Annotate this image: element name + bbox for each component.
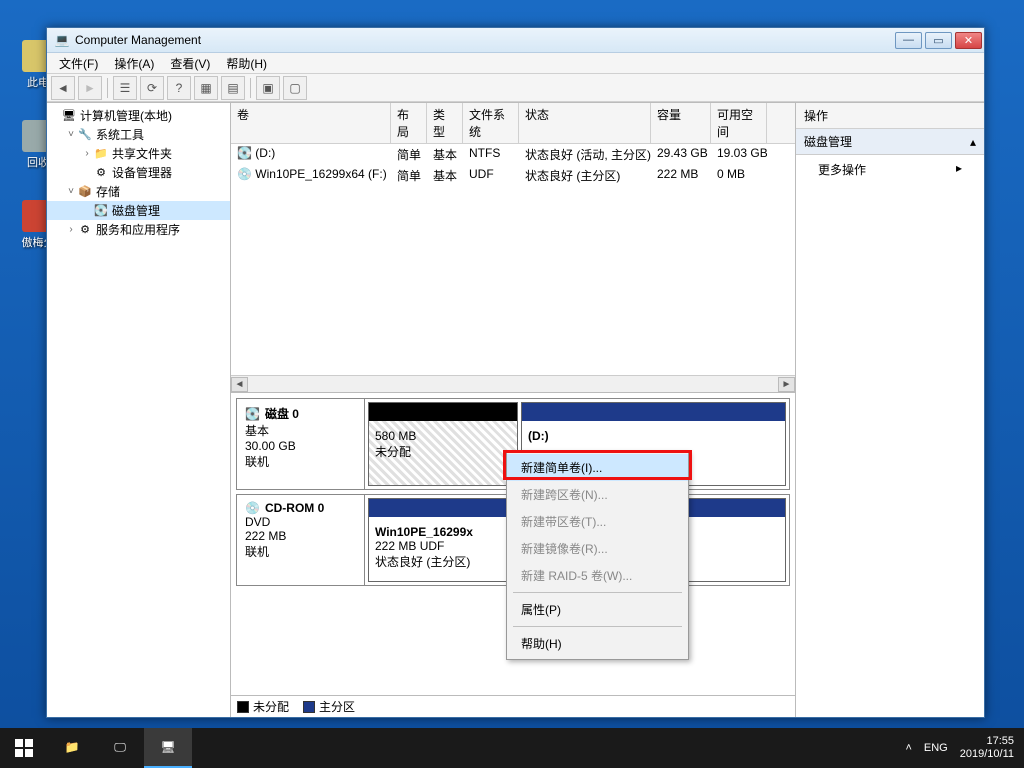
unallocated-partition[interactable]: 580 MB 未分配 [368, 402, 518, 486]
taskbar-explorer-icon[interactable]: 📁 [48, 728, 96, 768]
cdrom-info[interactable]: 💿CD-ROM 0 DVD 222 MB 联机 [237, 495, 365, 585]
menu-help[interactable]: 帮助(H) [218, 53, 275, 74]
actions-pane: 操作 磁盘管理▴ 更多操作▸ [796, 103, 984, 717]
nav-tree: 🖥计算机管理(本地) ˅🔧系统工具 ›📁共享文件夹 ⚙设备管理器 ˅📦存储 💽磁… [47, 103, 231, 717]
disk-icon: 💽 [245, 407, 260, 421]
toolbar-btn[interactable]: ? [167, 76, 191, 100]
ctx-new-raid5-volume: 新建 RAID-5 卷(W)... [507, 562, 688, 589]
tray-up-icon[interactable]: ˄ [905, 742, 911, 754]
volume-header: 卷 布局 类型 文件系统 状态 容量 可用空间 [231, 103, 795, 144]
toolbar-btn[interactable]: ▢ [283, 76, 307, 100]
start-button[interactable] [0, 728, 48, 768]
titlebar[interactable]: 💻 Computer Management — ▭ ✕ [47, 28, 984, 53]
tree-storage[interactable]: ˅📦存储 [47, 182, 230, 201]
col-capacity[interactable]: 容量 [651, 103, 711, 143]
window-title: Computer Management [75, 33, 895, 47]
tree-services[interactable]: ›⚙服务和应用程序 [47, 220, 230, 239]
tree-device-manager[interactable]: ⚙设备管理器 [47, 163, 230, 182]
menu-view[interactable]: 查看(V) [162, 53, 218, 74]
toolbar-btn[interactable]: ☰ [113, 76, 137, 100]
col-layout[interactable]: 布局 [391, 103, 427, 143]
actions-header: 操作 [796, 103, 984, 129]
col-status[interactable]: 状态 [519, 103, 651, 143]
scroll-left-icon[interactable]: ◄ [231, 377, 248, 392]
ctx-new-striped-volume: 新建带区卷(T)... [507, 508, 688, 535]
ctx-help[interactable]: 帮助(H) [507, 630, 688, 657]
taskbar-compmgmt-icon[interactable]: 🖥 [144, 728, 192, 768]
actions-section-disk[interactable]: 磁盘管理▴ [796, 129, 984, 155]
toolbar: ◄ ► ☰ ⟳ ? ▦ ▤ ▣ ▢ [47, 74, 984, 102]
app-icon: 💻 [54, 32, 70, 48]
col-volume[interactable]: 卷 [231, 103, 391, 143]
context-menu: 新建简单卷(I)... 新建跨区卷(N)... 新建带区卷(T)... 新建镜像… [506, 451, 689, 660]
volume-list: 卷 布局 类型 文件系统 状态 容量 可用空间 💽 (D:) 简单 基本 NTF… [231, 103, 795, 393]
forward-button[interactable]: ► [78, 76, 102, 100]
ctx-new-mirror-volume: 新建镜像卷(R)... [507, 535, 688, 562]
actions-more[interactable]: 更多操作▸ [796, 155, 984, 184]
legend-unalloc-icon [237, 701, 249, 713]
legend: 未分配 主分区 [231, 695, 795, 717]
legend-primary-icon [303, 701, 315, 713]
close-button[interactable]: ✕ [955, 32, 982, 49]
toolbar-btn[interactable]: ▤ [221, 76, 245, 100]
tree-shared-folders[interactable]: ›📁共享文件夹 [47, 144, 230, 163]
ime-indicator[interactable]: ENG [924, 742, 948, 754]
cdrom-icon: 💿 [245, 501, 260, 515]
toolbar-btn[interactable]: ▣ [256, 76, 280, 100]
volume-row[interactable]: 💽 (D:) 简单 基本 NTFS 状态良好 (活动, 主分区) 29.43 G… [231, 144, 795, 165]
ctx-new-spanned-volume: 新建跨区卷(N)... [507, 481, 688, 508]
col-type[interactable]: 类型 [427, 103, 463, 143]
ctx-separator [513, 592, 682, 593]
volume-row[interactable]: 💿 Win10PE_16299x64 (F:) 简单 基本 UDF 状态良好 (… [231, 165, 795, 186]
collapse-icon: ▴ [970, 135, 976, 149]
ctx-new-simple-volume[interactable]: 新建简单卷(I)... [507, 454, 688, 481]
back-button[interactable]: ◄ [51, 76, 75, 100]
h-scrollbar[interactable]: ◄ ► [231, 375, 795, 392]
col-fs[interactable]: 文件系统 [463, 103, 519, 143]
menu-file[interactable]: 文件(F) [51, 53, 106, 74]
col-free[interactable]: 可用空间 [711, 103, 767, 143]
taskbar: 📁 🖵 🖥 ˄ ENG 17:55 2019/10/11 [0, 728, 1024, 768]
tree-root[interactable]: 🖥计算机管理(本地) [47, 106, 230, 125]
minimize-button[interactable]: — [895, 32, 922, 49]
tree-disk-management[interactable]: 💽磁盘管理 [47, 201, 230, 220]
refresh-button[interactable]: ⟳ [140, 76, 164, 100]
tree-systools[interactable]: ˅🔧系统工具 [47, 125, 230, 144]
menu-action[interactable]: 操作(A) [106, 53, 162, 74]
ctx-properties[interactable]: 属性(P) [507, 596, 688, 623]
scroll-right-icon[interactable]: ► [778, 377, 795, 392]
maximize-button[interactable]: ▭ [925, 32, 952, 49]
disk-0-info[interactable]: 💽磁盘 0 基本 30.00 GB 联机 [237, 399, 365, 489]
taskbar-clock[interactable]: 17:55 2019/10/11 [960, 735, 1014, 761]
menubar: 文件(F) 操作(A) 查看(V) 帮助(H) [47, 53, 984, 74]
taskbar-app-icon[interactable]: 🖵 [96, 728, 144, 768]
chevron-right-icon: ▸ [956, 161, 962, 178]
ctx-separator [513, 626, 682, 627]
toolbar-btn[interactable]: ▦ [194, 76, 218, 100]
